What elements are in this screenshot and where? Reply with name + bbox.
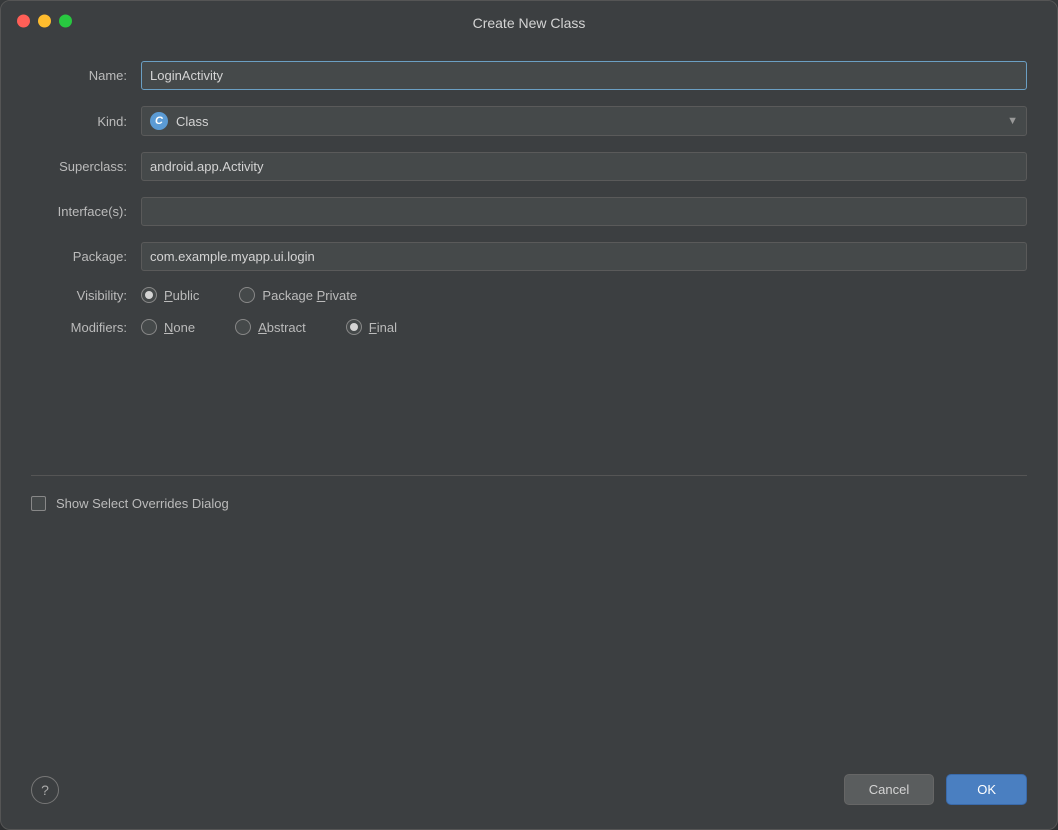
create-class-dialog: Create New Class Name: Kind: C Class ▼ S… [0, 0, 1058, 830]
visibility-public-radio[interactable] [141, 287, 157, 303]
modifier-final-radio[interactable] [346, 319, 362, 335]
show-overrides-label: Show Select Overrides Dialog [56, 496, 229, 511]
visibility-package-private-option[interactable]: Package Private [239, 287, 357, 303]
modifier-none-label: None [164, 320, 195, 335]
minimize-button[interactable] [38, 15, 51, 28]
visibility-package-private-label: Package Private [262, 288, 357, 303]
show-overrides-row: Show Select Overrides Dialog [31, 496, 1027, 511]
kind-value: Class [176, 114, 209, 129]
modifier-final-radio-inner [350, 323, 358, 331]
superclass-input[interactable] [141, 152, 1027, 181]
modifiers-radio-group: None Abstract Final [141, 319, 1027, 335]
kind-dropdown[interactable]: C Class ▼ [141, 106, 1027, 136]
dialog-title: Create New Class [473, 15, 586, 31]
window-controls [17, 15, 72, 28]
help-button[interactable]: ? [31, 776, 59, 804]
kind-icon: C [150, 112, 168, 130]
bottom-spacer2 [31, 634, 1027, 738]
modifier-abstract-radio[interactable] [235, 319, 251, 335]
modifier-abstract-option[interactable]: Abstract [235, 319, 306, 335]
modifier-final-option[interactable]: Final [346, 319, 397, 335]
chevron-down-icon: ▼ [1007, 115, 1018, 127]
visibility-public-radio-inner [145, 291, 153, 299]
title-bar: Create New Class [1, 1, 1057, 41]
spacer [31, 351, 1027, 455]
show-overrides-checkbox[interactable] [31, 496, 46, 511]
footer: ? Cancel OK [1, 758, 1057, 829]
visibility-package-private-radio[interactable] [239, 287, 255, 303]
visibility-row: Visibility: Public Package Private [31, 287, 1027, 303]
visibility-public-option[interactable]: Public [141, 287, 199, 303]
visibility-public-label: Public [164, 288, 199, 303]
ok-button[interactable]: OK [946, 774, 1027, 805]
interfaces-label: Interface(s): [31, 204, 141, 219]
interfaces-input[interactable] [141, 197, 1027, 226]
bottom-spacer [31, 531, 1027, 635]
dialog-content: Name: Kind: C Class ▼ Superclass: Interf… [1, 41, 1057, 758]
modifier-final-label: Final [369, 320, 397, 335]
package-label: Package: [31, 249, 141, 264]
kind-label: Kind: [31, 114, 141, 129]
kind-row: Kind: C Class ▼ [31, 106, 1027, 136]
modifier-none-option[interactable]: None [141, 319, 195, 335]
name-row: Name: [31, 61, 1027, 90]
visibility-label: Visibility: [31, 288, 141, 303]
cancel-button[interactable]: Cancel [844, 774, 934, 805]
superclass-row: Superclass: [31, 152, 1027, 181]
modifiers-label: Modifiers: [31, 320, 141, 335]
interfaces-row: Interface(s): [31, 197, 1027, 226]
close-button[interactable] [17, 15, 30, 28]
visibility-radio-group: Public Package Private [141, 287, 1027, 303]
package-row: Package: [31, 242, 1027, 271]
kind-dropdown-left: C Class [150, 112, 209, 130]
modifier-none-radio[interactable] [141, 319, 157, 335]
package-input[interactable] [141, 242, 1027, 271]
modifier-abstract-label: Abstract [258, 320, 306, 335]
superclass-label: Superclass: [31, 159, 141, 174]
modifiers-row: Modifiers: None Abstract Final [31, 319, 1027, 335]
footer-buttons: Cancel OK [844, 774, 1027, 805]
maximize-button[interactable] [59, 15, 72, 28]
name-input[interactable] [141, 61, 1027, 90]
name-label: Name: [31, 68, 141, 83]
divider [31, 475, 1027, 476]
